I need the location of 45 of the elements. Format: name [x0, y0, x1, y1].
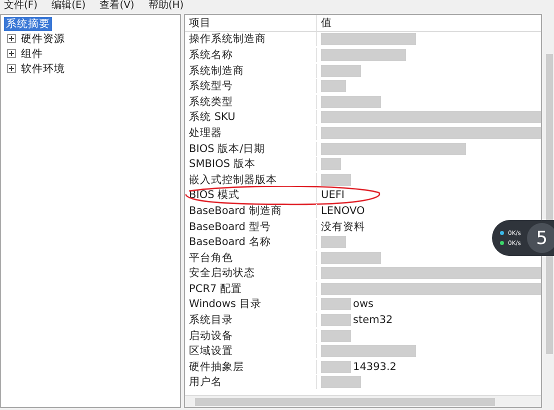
menu-item[interactable]: 编辑(E) — [52, 0, 86, 12]
table-cell: 系统 SKU — [185, 110, 318, 124]
menu-item[interactable]: 帮助(H) — [148, 0, 184, 12]
table-cell: 启动设备 — [185, 328, 318, 343]
table-cell: 区域设置 — [185, 344, 318, 358]
column-header[interactable]: 值 — [317, 16, 332, 30]
table-cell: 没有资料 — [321, 220, 366, 234]
table-cell: 处理器 — [185, 126, 318, 140]
tree-item[interactable]: 系统摘要 — [4, 16, 52, 30]
tree-item[interactable]: 组件 — [19, 46, 45, 60]
table-cell: LENOVO — [321, 204, 365, 217]
table-cell: 系统类型 — [185, 94, 318, 109]
expand-icon[interactable] — [7, 49, 16, 58]
table-cell: 嵌入式控制器版本 — [185, 172, 318, 187]
column-header[interactable]: 项目 — [185, 15, 318, 31]
table-cell: stem32 — [353, 314, 393, 326]
expand-icon[interactable] — [7, 34, 16, 43]
table-cell: Windows 目录 — [185, 297, 318, 312]
gauge-value: 5 — [526, 223, 554, 253]
upload-icon — [500, 231, 504, 235]
table-cell: 硬件抽象层 — [185, 360, 318, 374]
table-cell: 安全启动状态 — [185, 266, 318, 280]
table-cell: 系统型号 — [185, 79, 318, 94]
table-cell: 系统目录 — [185, 313, 318, 328]
tree-item[interactable]: 软件环境 — [19, 62, 67, 76]
table-cell: PCR7 配置 — [185, 282, 318, 296]
table-cell: BaseBoard 制造商 — [185, 204, 318, 218]
table-cell: 平台角色 — [185, 250, 318, 265]
table-cell: SMBIOS 版本 — [185, 157, 318, 172]
table-cell: BIOS 模式 — [185, 188, 318, 202]
table-cell: 14393.2 — [353, 360, 396, 373]
download-icon — [500, 241, 504, 245]
table-cell: UEFI — [321, 189, 345, 202]
table-cell: 用户名 — [185, 375, 318, 390]
table-cell: BaseBoard 型号 — [185, 220, 318, 234]
table-cell: BaseBoard 名称 — [185, 235, 318, 250]
horizontal-scrollbar[interactable] — [185, 395, 542, 407]
table-cell: 系统制造商 — [185, 64, 318, 78]
table-cell: ows — [353, 298, 374, 310]
table-cell: 操作系统制造商 — [185, 32, 318, 46]
table-cell: BIOS 版本/日期 — [185, 142, 318, 156]
expand-icon[interactable] — [7, 64, 16, 73]
table-cell: 系统名称 — [185, 48, 318, 62]
menu-item[interactable]: 查看(V) — [100, 0, 134, 12]
tree-item[interactable]: 硬件资源 — [19, 32, 67, 46]
